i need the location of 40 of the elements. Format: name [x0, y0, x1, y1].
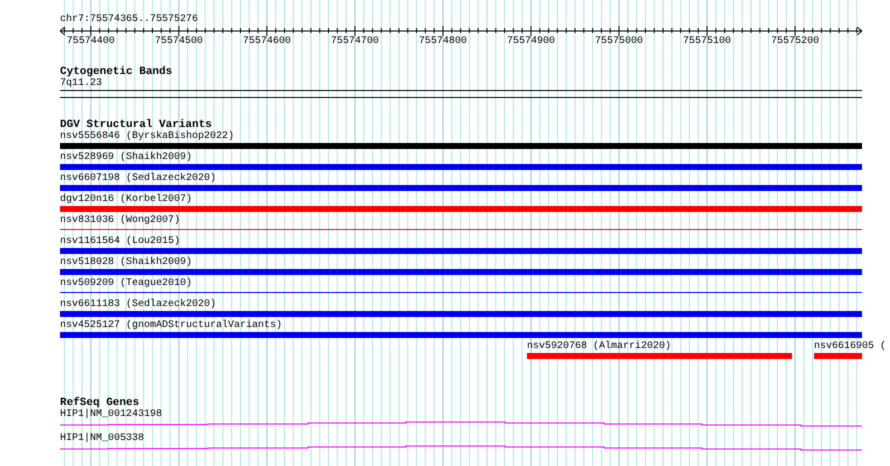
variant-label[interactable]: nsv528969 (Shaikh2009): [60, 152, 862, 164]
variant-label[interactable]: nsv1161564 (Lou2015): [60, 236, 862, 248]
variant-label[interactable]: nsv509209 (Teague2010): [60, 278, 862, 290]
variant-bar[interactable]: [60, 206, 862, 212]
gene-model-drawing[interactable]: [60, 422, 862, 426]
ruler-tick-label: 75575200: [771, 36, 820, 48]
variant-label[interactable]: nsv831036 (Wong2007): [60, 215, 862, 227]
gene-model-drawing[interactable]: [60, 446, 862, 450]
variant-label[interactable]: nsv5920768 (Almarri2020): [527, 341, 672, 353]
variant-label[interactable]: dgv120n16 (Korbel2007): [60, 194, 862, 206]
variant-label[interactable]: nsv518028 (Shaikh2009): [60, 257, 862, 269]
track-title: DGV Structural Variants: [60, 119, 212, 131]
variant-bar[interactable]: [60, 185, 862, 191]
variant-bar[interactable]: [60, 143, 862, 149]
track-title: Cytogenetic Bands: [60, 66, 174, 78]
ruler-tick-label: 75574600: [242, 36, 291, 48]
variant-bar[interactable]: [814, 353, 862, 359]
variant-label[interactable]: nsv6611183 (Sedlazeck2020): [60, 299, 862, 311]
cytoband-label[interactable]: 7q11.23: [60, 78, 862, 90]
variant-label[interactable]: nsv4525127 (gnomADStructuralVariants): [60, 320, 862, 332]
ruler-tick-label: 75574700: [330, 36, 379, 48]
variant-label[interactable]: nsv6607198 (Sedlazeck2020): [60, 173, 862, 185]
variant-label[interactable]: nsv6616905 (: [814, 341, 886, 353]
variant-bar[interactable]: [60, 311, 862, 317]
ruler-tick-label: 75575000: [595, 36, 644, 48]
variant-bar[interactable]: [60, 164, 862, 170]
transcript-label[interactable]: HIP1|NM_001243198: [60, 409, 862, 421]
ruler-tick-label: 75574800: [418, 36, 467, 48]
variant-label[interactable]: nsv5556846 (ByrskaBishop2022): [60, 131, 862, 143]
variant-bar[interactable]: [60, 269, 862, 275]
track-title: RefSeq Genes: [60, 397, 140, 409]
region-location: chr7:75574365..75575276: [60, 14, 200, 26]
variant-bar[interactable]: [60, 248, 862, 254]
variant-bar[interactable]: [60, 332, 862, 338]
transcript-label[interactable]: HIP1|NM_005338: [60, 433, 862, 445]
variant-bar[interactable]: [527, 353, 792, 359]
ruler-tick-label: 75574900: [506, 36, 555, 48]
ruler-tick-label: 75574500: [154, 36, 203, 48]
ruler-tick-label: 75574400: [66, 36, 115, 48]
ruler-tick-label: 75575100: [683, 36, 732, 48]
